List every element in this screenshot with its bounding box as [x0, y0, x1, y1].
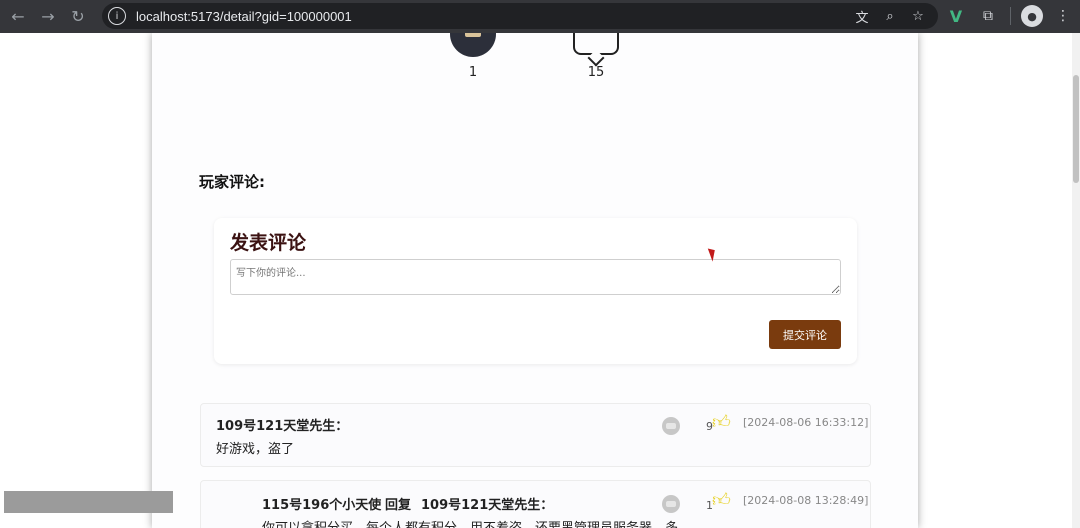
comment-author: 109号121天堂先生： — [216, 419, 349, 434]
like-count: 1 — [468, 65, 478, 80]
overlay-block — [4, 491, 173, 513]
page-viewport: 1 15 玩家评论: 发表评论 提交评论 109号121天堂先生： 好游戏，盗了… — [0, 33, 1072, 528]
page-scrollbar[interactable] — [1072, 33, 1080, 528]
extensions-icon[interactable]: ⧉ — [976, 4, 1000, 28]
reply-icon[interactable] — [662, 495, 680, 513]
address-bar[interactable]: i localhost:5173/detail?gid=100000001 文 … — [102, 3, 938, 29]
browser-toolbar: ← → ↻ i localhost:5173/detail?gid=100000… — [0, 0, 1080, 33]
zoom-icon[interactable]: ⌕ — [880, 6, 900, 26]
comment-compose-box: 发表评论 提交评论 — [214, 218, 857, 364]
comment-item: 109号121天堂先生： 好游戏，盗了 9 👍︎ [2024-08-06 16:… — [200, 403, 871, 467]
comment-text: 好游戏，盗了 — [216, 442, 295, 457]
reply-target: 109号121天堂先生： — [421, 498, 554, 513]
comment-count: 15 — [587, 65, 605, 80]
comment-time: [2024-08-06 16:33:12] — [743, 416, 869, 429]
comment-item: 115号196个小天使 回复 109号121天堂先生： 你可以拿积分买，每个人都… — [200, 480, 871, 528]
content-panel: 1 15 玩家评论: 发表评论 提交评论 109号121天堂先生： 好游戏，盗了… — [152, 33, 918, 528]
like-icon[interactable] — [450, 33, 496, 57]
like-icon-inner — [465, 33, 481, 37]
reply-icon[interactable] — [662, 417, 680, 435]
bookmark-star-icon[interactable]: ☆ — [908, 6, 928, 26]
vue-devtools-icon[interactable]: V — [944, 4, 968, 28]
comment-author: 115号196个小天使 — [262, 498, 382, 513]
submit-comment-button[interactable]: 提交评论 — [769, 320, 841, 349]
toolbar-divider — [1010, 7, 1011, 25]
comment-text: 你可以拿积分买，每个人都有积分。用不着盗。还要黑管理员服务器，多 — [262, 517, 678, 528]
comment-input[interactable] — [230, 259, 841, 295]
menu-kebab-icon[interactable]: ⋮ — [1051, 4, 1075, 28]
translate-icon[interactable]: 文 — [852, 6, 872, 26]
compose-title: 发表评论 — [230, 232, 307, 254]
scrollbar-thumb[interactable] — [1073, 75, 1079, 183]
url-text[interactable]: localhost:5173/detail?gid=100000001 — [136, 9, 352, 24]
section-title: 玩家评论: — [199, 173, 265, 191]
thumb-up-icon[interactable]: 👍︎ — [712, 413, 734, 433]
profile-avatar-icon[interactable]: ● — [1021, 5, 1043, 27]
comment-time: [2024-08-08 13:28:49] — [743, 494, 869, 507]
back-icon[interactable]: ← — [6, 5, 30, 29]
thumb-up-icon[interactable]: 👍︎ — [712, 491, 734, 511]
reload-icon[interactable]: ↻ — [66, 5, 90, 29]
reply-label: 回复 — [385, 498, 412, 513]
site-info-icon[interactable]: i — [108, 7, 126, 25]
forward-icon[interactable]: → — [36, 5, 60, 29]
